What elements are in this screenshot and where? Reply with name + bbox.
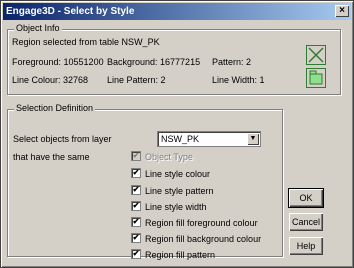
object-info-legend: Object Info [14, 23, 62, 33]
line-colour-value: Line Colour: 32768 [12, 75, 89, 85]
checkbox-line-style-colour-label[interactable]: Line style colour [145, 169, 210, 179]
checkbox-line-style-colour[interactable]: ✔ [131, 168, 141, 178]
region-style-icon [306, 68, 326, 88]
checkbox-line-style-width[interactable]: ✔ [131, 201, 141, 211]
layer-select[interactable]: NSW_PK ▼ [157, 131, 261, 147]
checkbox-region-fill-foreground[interactable]: ✔ [131, 217, 141, 227]
checkbox-region-fill-pattern-label[interactable]: Region fill pattern [145, 250, 215, 260]
same-label: that have the same [13, 152, 90, 162]
checkbox-line-style-width-label[interactable]: Line style width [145, 202, 207, 212]
checkbox-line-style-pattern[interactable]: ✔ [131, 185, 141, 195]
selection-definition-legend: Selection Definition [14, 103, 96, 113]
title-bar[interactable]: Engage3D - Select by Style × [3, 3, 351, 20]
region-source-text: Region selected from table NSW_PK [12, 37, 160, 47]
foreground-value: Foreground: 10551200 [12, 57, 104, 67]
checkbox-region-fill-background[interactable]: ✔ [131, 233, 141, 243]
checkbox-region-fill-foreground-label[interactable]: Region fill foreground colour [145, 218, 258, 228]
background-value: Background: 16777215 [107, 57, 201, 67]
layer-label: Select objects from layer [13, 134, 112, 144]
line-pattern-value: Line Pattern: 2 [107, 75, 166, 85]
chevron-down-icon[interactable]: ▼ [247, 133, 259, 145]
checkbox-object-type-label: Object Type [145, 152, 193, 162]
ok-button[interactable]: OK [288, 188, 324, 208]
checkbox-line-style-pattern-label[interactable]: Line style pattern [145, 186, 214, 196]
select-by-style-dialog: Engage3D - Select by Style × Object Info… [0, 0, 354, 268]
line-width-value: Line Width: 1 [212, 75, 265, 85]
layer-select-value: NSW_PK [161, 134, 200, 144]
help-button[interactable]: Help [289, 237, 323, 255]
checkbox-object-type: ✔ [131, 151, 141, 161]
object-info-group: Object Info Region selected from table N… [7, 23, 341, 95]
checkbox-region-fill-pattern[interactable]: ✔ [131, 249, 141, 259]
window-title: Engage3D - Select by Style [6, 6, 135, 17]
checkbox-region-fill-background-label[interactable]: Region fill background colour [145, 234, 261, 244]
pattern-value: Pattern: 2 [212, 57, 252, 67]
cancel-button[interactable]: Cancel [289, 213, 323, 231]
close-button[interactable]: × [335, 5, 349, 17]
line-style-icon [306, 45, 326, 65]
